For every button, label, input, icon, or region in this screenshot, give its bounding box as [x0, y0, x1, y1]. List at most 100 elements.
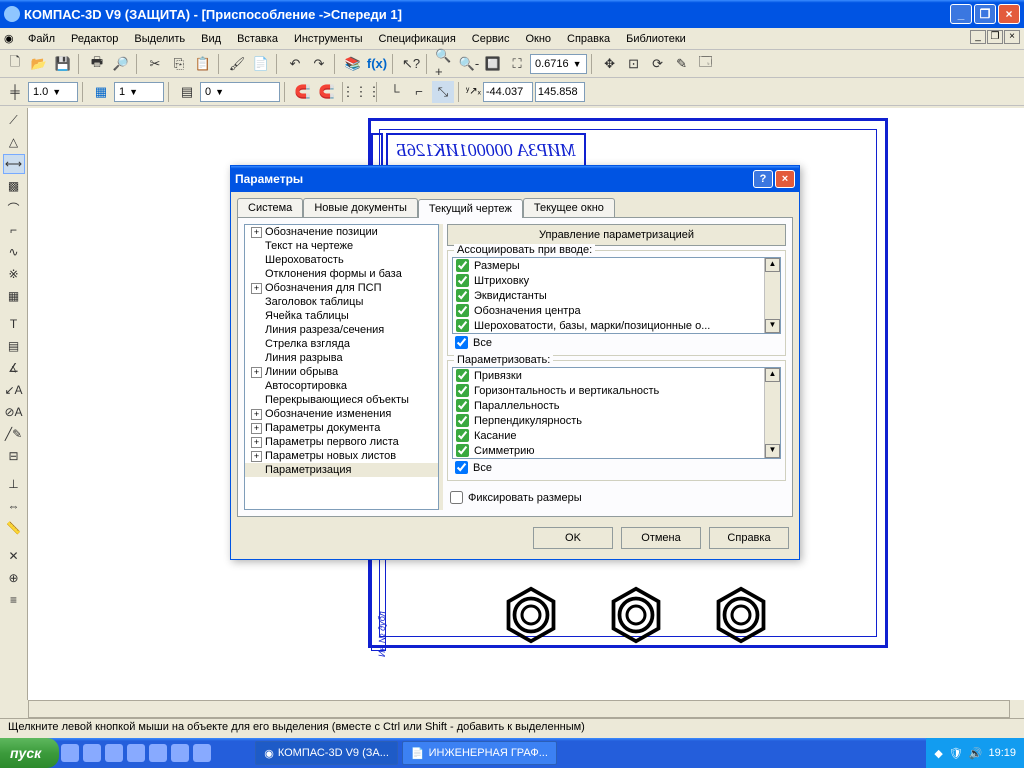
pan-icon[interactable]: ✥: [599, 53, 621, 75]
check-item[interactable]: Размеры: [453, 258, 780, 273]
task-kompas[interactable]: ◉ КОМПАС-3D V9 (ЗА...: [255, 741, 398, 765]
menu-tools[interactable]: Инструменты: [286, 31, 371, 47]
minimize-button[interactable]: _: [950, 4, 972, 24]
checklist-associate[interactable]: РазмерыШтриховкуЭквидистантыОбозначения …: [452, 257, 781, 334]
magnet-off-icon[interactable]: 🧲: [316, 81, 338, 103]
close-button[interactable]: ×: [998, 4, 1020, 24]
tree-item[interactable]: Текст на чертеже: [245, 239, 438, 253]
mdi-restore[interactable]: ❐: [987, 30, 1003, 44]
arrow-icon[interactable]: ↖?: [400, 53, 422, 75]
check-item[interactable]: Перпендикулярность: [453, 413, 780, 428]
tool-line[interactable]: △: [3, 132, 25, 152]
tool-block[interactable]: ⊟: [3, 446, 25, 466]
edit-icon[interactable]: ✎: [671, 53, 693, 75]
paste-icon[interactable]: 📋: [192, 53, 214, 75]
tree-item[interactable]: Параметризация: [245, 463, 438, 477]
combo-2[interactable]: 1▼: [114, 82, 164, 102]
save-icon[interactable]: 💾: [52, 53, 74, 75]
task-word[interactable]: 📄 ИНЖЕНЕРНАЯ ГРАФ...: [402, 741, 557, 765]
check-item[interactable]: Параллельность: [453, 398, 780, 413]
settings-tree[interactable]: +Обозначение позицииТекст на чертежеШеро…: [244, 224, 439, 510]
maximize-button[interactable]: ❐: [974, 4, 996, 24]
menu-view[interactable]: Вид: [193, 31, 229, 47]
scrollbar[interactable]: ▲▼: [764, 258, 780, 333]
dialog-titlebar[interactable]: Параметры ? ×: [231, 166, 799, 192]
tab-current-window[interactable]: Текущее окно: [523, 198, 615, 217]
grid-icon[interactable]: ⋮⋮⋮: [350, 81, 372, 103]
lib-icon[interactable]: 📚: [342, 53, 364, 75]
tree-item[interactable]: +Обозначения для ПСП: [245, 281, 438, 295]
tool-measure[interactable]: 📏: [3, 518, 25, 538]
dialog-close-button[interactable]: ×: [775, 170, 795, 188]
menu-service[interactable]: Сервис: [464, 31, 518, 47]
check-item[interactable]: Обозначения центра: [453, 303, 780, 318]
tree-item[interactable]: +Линии обрыва: [245, 365, 438, 379]
tool-arc[interactable]: ⌒: [3, 198, 25, 218]
tray-icon[interactable]: 🛡: [949, 747, 963, 760]
magnet-on-icon[interactable]: 🧲: [292, 81, 314, 103]
cancel-button[interactable]: Отмена: [621, 527, 701, 549]
tray-icon[interactable]: ◆: [934, 747, 942, 760]
ql-icon[interactable]: [127, 744, 145, 762]
ql-icon[interactable]: [171, 744, 189, 762]
ortho-icon[interactable]: └: [384, 81, 406, 103]
tree-item[interactable]: Стрелка взгляда: [245, 337, 438, 351]
tree-item[interactable]: +Параметры первого листа: [245, 435, 438, 449]
checklist-parametrize[interactable]: ПривязкиГоризонтальность и вертикальност…: [452, 367, 781, 459]
tool-cut[interactable]: ⊘A: [3, 402, 25, 422]
check-item[interactable]: Шероховатости, базы, марки/позиционные о…: [453, 318, 780, 333]
zoom-fit-icon[interactable]: ⛶: [506, 53, 528, 75]
mdi-min[interactable]: _: [970, 30, 986, 44]
line-style-icon[interactable]: ╪: [4, 81, 26, 103]
tool-text[interactable]: T: [3, 314, 25, 334]
tree-item[interactable]: Линия разреза/сечения: [245, 323, 438, 337]
check-fix-dims[interactable]: [450, 491, 463, 504]
fx-icon[interactable]: f(x): [366, 53, 388, 75]
help-button[interactable]: Справка: [709, 527, 789, 549]
ql-icon[interactable]: [105, 744, 123, 762]
coord-x[interactable]: [483, 82, 533, 102]
tool-fillet[interactable]: ⌐: [3, 220, 25, 240]
ql-icon[interactable]: [61, 744, 79, 762]
param-mgmt-button[interactable]: Управление параметризацией: [447, 224, 786, 246]
mdi-close[interactable]: ×: [1004, 30, 1020, 44]
tree-item[interactable]: Перекрывающиеся объекты: [245, 393, 438, 407]
tool-leader[interactable]: ↙A: [3, 380, 25, 400]
tree-item[interactable]: Отклонения формы и база: [245, 267, 438, 281]
combo-1[interactable]: 1.0▼: [28, 82, 78, 102]
menu-help[interactable]: Справка: [559, 31, 618, 47]
tree-item[interactable]: +Параметры новых листов: [245, 449, 438, 463]
step-icon[interactable]: ⌐: [408, 81, 430, 103]
sheet-icon[interactable]: ▤: [176, 81, 198, 103]
menu-edit[interactable]: Редактор: [63, 31, 126, 47]
tool-constrain[interactable]: ⊥: [3, 474, 25, 494]
menu-select[interactable]: Выделить: [126, 31, 193, 47]
open-icon[interactable]: 📂: [28, 53, 50, 75]
zoom-out-icon[interactable]: 🔍-: [458, 53, 480, 75]
print-icon[interactable]: 🖶: [86, 53, 108, 75]
tree-item[interactable]: +Обозначение изменения: [245, 407, 438, 421]
check-item[interactable]: Эквидистанты: [453, 288, 780, 303]
menu-libs[interactable]: Библиотеки: [618, 31, 694, 47]
tree-item[interactable]: Автосортировка: [245, 379, 438, 393]
tool-origin[interactable]: ⊕: [3, 568, 25, 588]
ql-icon[interactable]: [149, 744, 167, 762]
menu-spec[interactable]: Спецификация: [371, 31, 464, 47]
new-icon[interactable]: 🗋: [4, 53, 26, 75]
props-icon[interactable]: 🖌: [226, 53, 248, 75]
tab-newdocs[interactable]: Новые документы: [303, 198, 418, 217]
tray-icon[interactable]: 🔊: [969, 747, 983, 760]
menu-window[interactable]: Окно: [517, 31, 559, 47]
zoom-combo[interactable]: 0.6716▼: [530, 54, 587, 74]
tab-system[interactable]: Система: [237, 198, 303, 217]
tree-item[interactable]: Ячейка таблицы: [245, 309, 438, 323]
tool-curve[interactable]: ∿: [3, 242, 25, 262]
tree-item[interactable]: +Обозначение позиции: [245, 225, 438, 239]
cut-icon[interactable]: ✂: [144, 53, 166, 75]
combo-3[interactable]: 0▼: [200, 82, 280, 102]
tool-misc[interactable]: ≡: [3, 590, 25, 610]
tool-dim[interactable]: ⟷: [3, 154, 25, 174]
tool-table[interactable]: ▦: [3, 286, 25, 306]
refresh-icon[interactable]: ⟳: [647, 53, 669, 75]
app-menu-icon[interactable]: ◉: [4, 32, 20, 45]
